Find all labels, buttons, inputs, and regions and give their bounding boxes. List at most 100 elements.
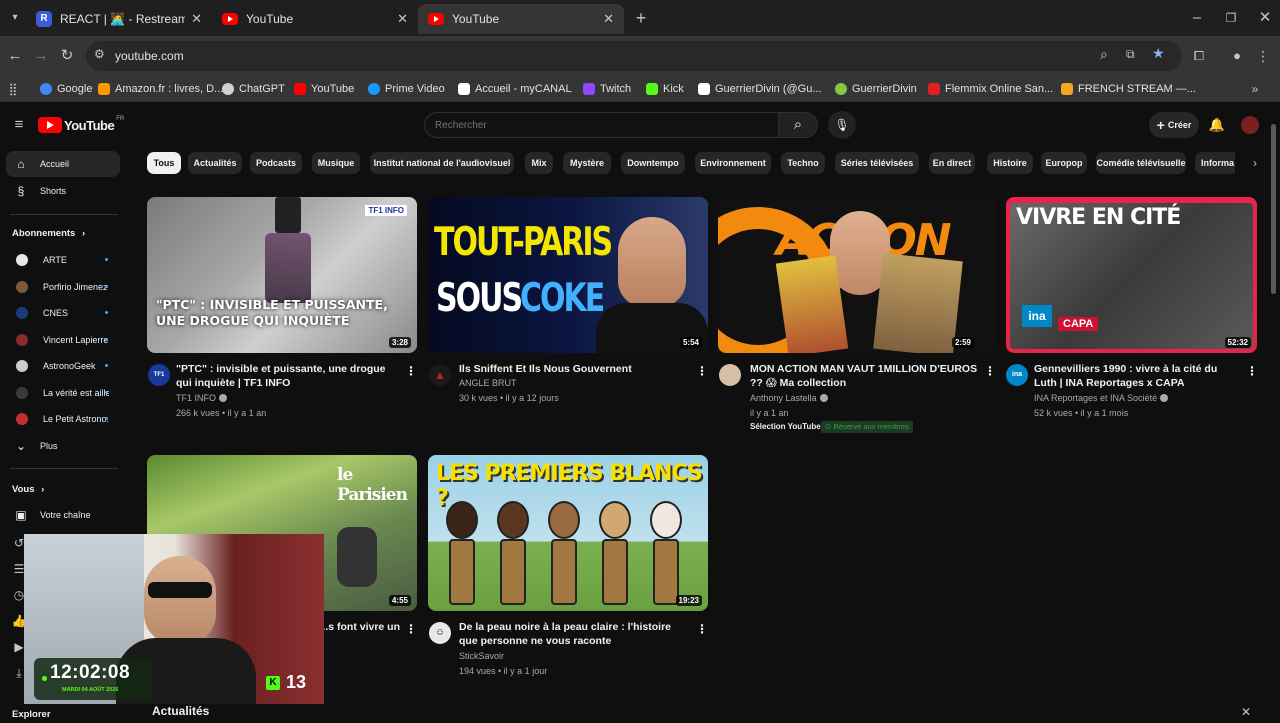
address-bar[interactable]: ⚙ youtube.com ⌕ ⧉ ★: [86, 41, 1182, 71]
sidebar-item-more[interactable]: ⌄ Plus: [6, 433, 120, 459]
filter-chip[interactable]: Séries télévisées: [835, 152, 919, 174]
forward-icon[interactable]: →: [30, 45, 52, 67]
apps-grid-icon[interactable]: ⣿: [2, 78, 24, 100]
youtube-logo[interactable]: YouTube FR: [38, 116, 124, 134]
video-title[interactable]: MON ACTION MAN VAUT 1MILLION D'EUROS ?? …: [750, 362, 980, 390]
filter-chip[interactable]: Podcasts: [250, 152, 302, 174]
filter-chip[interactable]: Actualités: [188, 152, 242, 174]
you-header[interactable]: Vous ›: [12, 484, 44, 495]
create-button[interactable]: + Créer: [1149, 112, 1199, 138]
video-title[interactable]: Gennevilliers 1990 : vivre à la cité du …: [1034, 362, 1240, 390]
tab-youtube-2[interactable]: YouTube ✕: [418, 4, 624, 34]
sidebar-subscription[interactable]: La vérité est aille...: [6, 380, 120, 406]
close-tab-icon[interactable]: ✕: [191, 11, 202, 27]
filter-chip[interactable]: Informa: [1195, 152, 1235, 174]
sidebar-subscription[interactable]: Vincent Lapierre: [6, 327, 120, 353]
channel-name[interactable]: Anthony Lastella: [750, 391, 828, 405]
channel-avatar[interactable]: ina: [1006, 364, 1028, 386]
close-window-icon[interactable]: ✕: [1254, 7, 1276, 29]
filter-chip[interactable]: Histoire: [987, 152, 1033, 174]
account-avatar[interactable]: [1241, 116, 1259, 134]
filter-chip[interactable]: Mix: [525, 152, 553, 174]
bookmark-item[interactable]: Google: [40, 80, 92, 98]
bookmark-item[interactable]: FRENCH STREAM —...: [1061, 80, 1196, 98]
sidebar-subscription[interactable]: Porfirio Jimenez ...: [6, 274, 120, 300]
sidebar-item-home[interactable]: ⌂ Accueil: [6, 151, 120, 177]
bookmark-item[interactable]: GuerrierDivin (@Gu...: [698, 80, 822, 98]
restore-window-icon[interactable]: ❐: [1220, 7, 1242, 29]
video-thumbnail[interactable]: TF1 INFO "PTC" : INVISIBLE ET PUISSANTE,…: [147, 197, 417, 353]
zoom-icon[interactable]: ⌕: [1100, 46, 1108, 63]
filter-chip[interactable]: Mystère: [563, 152, 611, 174]
more-actions-icon[interactable]: ⋮: [405, 364, 417, 378]
notifications-icon[interactable]: 🔔: [1206, 114, 1228, 136]
filter-chip[interactable]: Comédie télévisuelle: [1096, 152, 1186, 174]
bookmark-item[interactable]: Accueil - myCANAL: [458, 80, 572, 98]
bookmark-star-icon[interactable]: ★: [1152, 45, 1165, 62]
video-thumbnail[interactable]: TOUT-PARIS SOUS COKE 5:54: [428, 197, 708, 353]
video-thumbnail[interactable]: LES PREMIERS BLANCS ? 19:23: [428, 455, 708, 611]
channel-avatar[interactable]: [719, 364, 741, 386]
extensions-icon[interactable]: ⧠: [1188, 45, 1210, 67]
channel-name[interactable]: INA Reportages et INA Société: [1034, 391, 1169, 405]
filter-chip[interactable]: Tous: [147, 152, 181, 174]
search-bar[interactable]: [424, 112, 779, 138]
search-input[interactable]: [435, 118, 765, 133]
channel-name[interactable]: TF1 INFO: [176, 391, 227, 405]
more-actions-icon[interactable]: ⋮: [696, 364, 708, 378]
install-icon[interactable]: ⧉: [1126, 47, 1135, 62]
filter-chip[interactable]: Downtempo: [621, 152, 685, 174]
channel-name[interactable]: ANGLE BRUT: [459, 376, 517, 390]
video-title[interactable]: De la peau noire à la peau claire : l'hi…: [459, 620, 689, 648]
sidebar-item-your-channel[interactable]: ▣ Votre chaîne: [6, 502, 120, 528]
subscriptions-header[interactable]: Abonnements ›: [12, 228, 85, 239]
new-tab-button[interactable]: +: [630, 7, 652, 29]
bookmark-item[interactable]: YouTube: [294, 80, 354, 98]
channel-avatar[interactable]: TF1: [148, 364, 170, 386]
voice-search-button[interactable]: 🎙: [828, 111, 856, 139]
video-thumbnail[interactable]: ACTION 2:59: [718, 197, 996, 353]
more-actions-icon[interactable]: ⋮: [1246, 364, 1258, 378]
menu-icon[interactable]: ≡: [8, 114, 30, 136]
channel-avatar[interactable]: ☺: [429, 622, 451, 644]
more-actions-icon[interactable]: ⋮: [696, 622, 708, 636]
filter-chip[interactable]: Environnement: [695, 152, 771, 174]
browser-menu-icon[interactable]: ⋮: [1252, 45, 1274, 67]
filter-chip[interactable]: En direct: [929, 152, 975, 174]
sidebar-subscription[interactable]: AstronoGeek: [6, 353, 120, 379]
scrollbar-thumb[interactable]: [1271, 124, 1276, 294]
sidebar-subscription[interactable]: Le Petit Astrono...: [6, 406, 120, 432]
close-tab-icon[interactable]: ✕: [603, 11, 614, 27]
sidebar-subscription[interactable]: ARTE: [6, 247, 120, 273]
channel-avatar[interactable]: ▲: [429, 364, 451, 386]
tab-youtube-1[interactable]: YouTube ✕: [212, 4, 418, 34]
video-thumbnail[interactable]: VIVRE EN CITÉ ina CAPA 52:32: [1006, 197, 1257, 353]
scrollbar[interactable]: [1270, 112, 1278, 720]
filter-chip[interactable]: Europop: [1041, 152, 1087, 174]
close-tab-icon[interactable]: ✕: [397, 11, 408, 27]
chips-next-icon[interactable]: ›: [1244, 152, 1266, 174]
more-actions-icon[interactable]: ⋮: [405, 622, 417, 636]
channel-name[interactable]: StickSavoir: [459, 649, 504, 663]
more-actions-icon[interactable]: ⋮: [984, 364, 996, 378]
reload-icon[interactable]: ↻: [56, 45, 78, 67]
bookmark-item[interactable]: ChatGPT: [222, 80, 285, 98]
back-icon[interactable]: ←: [4, 45, 26, 67]
bookmark-item[interactable]: Twitch: [583, 80, 631, 98]
site-info-icon[interactable]: ⚙: [94, 47, 105, 61]
filter-chip[interactable]: Musique: [312, 152, 360, 174]
tab-search-icon[interactable]: ▾: [4, 7, 26, 29]
video-title[interactable]: "PTC" : invisible et puissante, une drog…: [176, 362, 391, 390]
video-title[interactable]: Ils Sniffent Et Ils Nous Gouvernent: [459, 362, 684, 376]
minimize-window-icon[interactable]: –: [1186, 7, 1208, 29]
bookmark-item[interactable]: GuerrierDivin: [835, 80, 917, 98]
bookmark-item[interactable]: Flemmix Online San...: [928, 80, 1053, 98]
bookmark-item[interactable]: Amazon.fr : livres, D...: [98, 80, 223, 98]
more-bookmarks-icon[interactable]: »: [1244, 78, 1266, 100]
tab-restream[interactable]: R REACT | 🧑‍💻 - Restream ✕: [26, 4, 212, 34]
profile-icon[interactable]: ●: [1226, 45, 1248, 67]
bookmark-item[interactable]: Kick: [646, 80, 684, 98]
bookmark-item[interactable]: Prime Video: [368, 80, 445, 98]
sidebar-item-shorts[interactable]: § Shorts: [6, 178, 120, 204]
filter-chip[interactable]: Techno: [781, 152, 825, 174]
